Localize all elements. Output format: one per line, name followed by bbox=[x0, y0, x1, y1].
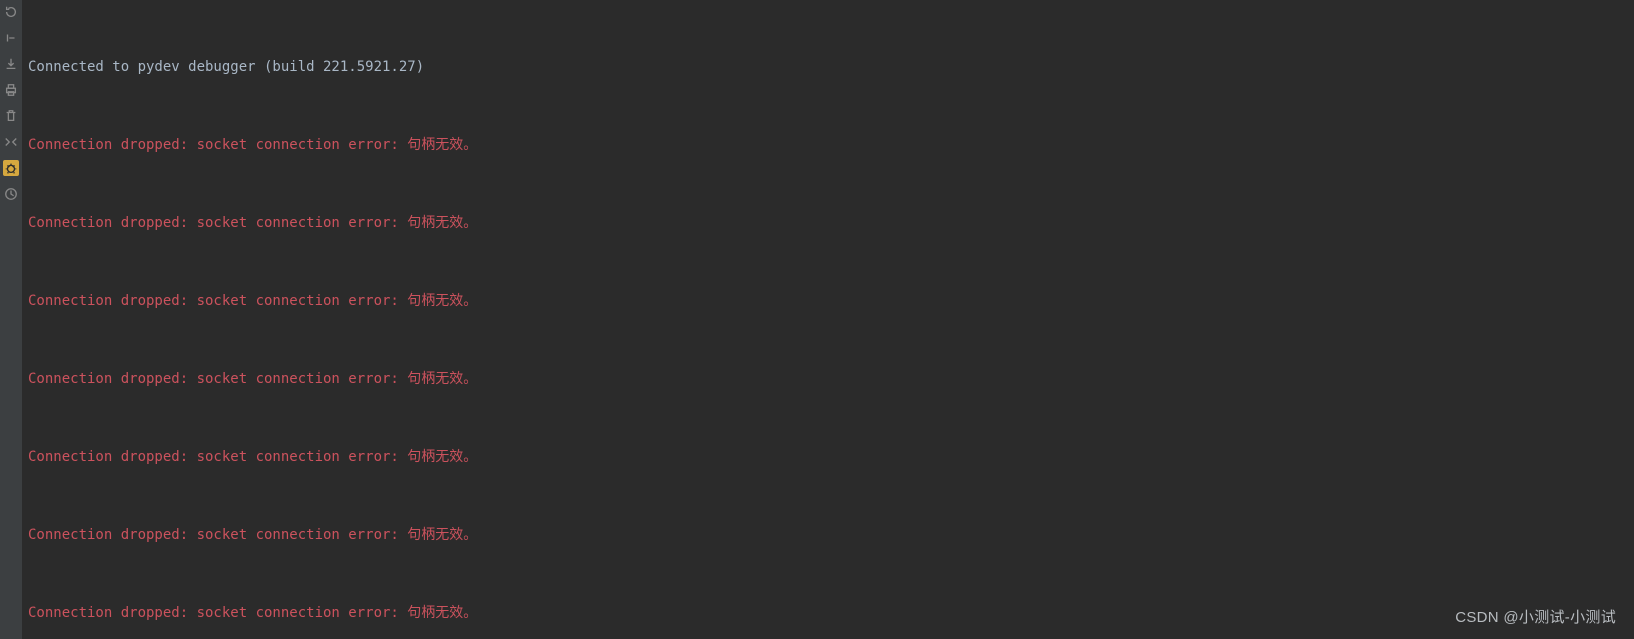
console-line: Connection dropped: socket connection er… bbox=[28, 210, 1628, 236]
console-output[interactable]: Connected to pydev debugger (build 221.5… bbox=[22, 0, 1634, 639]
console-line: Connection dropped: socket connection er… bbox=[28, 288, 1628, 314]
console-line: Connection dropped: socket connection er… bbox=[28, 522, 1628, 548]
download-icon[interactable] bbox=[3, 56, 19, 72]
console-line: Connection dropped: socket connection er… bbox=[28, 366, 1628, 392]
trash-icon[interactable] bbox=[3, 108, 19, 124]
console-gutter bbox=[0, 0, 22, 639]
stop-icon[interactable] bbox=[3, 30, 19, 46]
merge-icon[interactable] bbox=[3, 134, 19, 150]
clock-icon[interactable] bbox=[3, 186, 19, 202]
console-root: Connected to pydev debugger (build 221.5… bbox=[0, 0, 1634, 639]
rerun-icon[interactable] bbox=[3, 4, 19, 20]
console-line: Connected to pydev debugger (build 221.5… bbox=[28, 54, 1628, 80]
console-line: Connection dropped: socket connection er… bbox=[28, 444, 1628, 470]
console-line: Connection dropped: socket connection er… bbox=[28, 132, 1628, 158]
bug-icon[interactable] bbox=[3, 160, 19, 176]
console-line: Connection dropped: socket connection er… bbox=[28, 600, 1628, 626]
print-icon[interactable] bbox=[3, 82, 19, 98]
